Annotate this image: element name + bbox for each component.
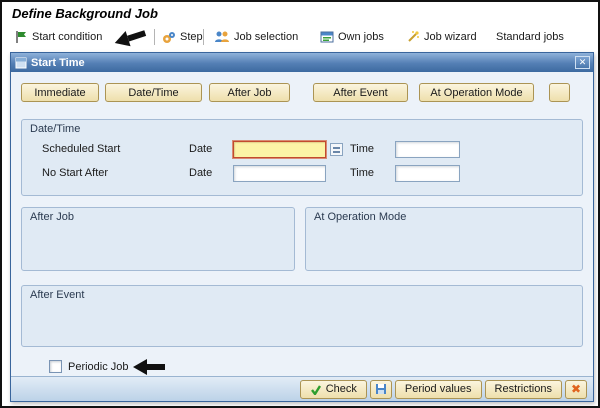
- toolbar-job-wizard[interactable]: Job wizard: [406, 28, 477, 46]
- window-icon: [15, 57, 27, 69]
- save-icon: [375, 383, 387, 395]
- start-time-dialog: Start Time ✕ Immediate Date/Time After J…: [10, 52, 594, 402]
- cancel-button[interactable]: ✖: [565, 379, 587, 399]
- gear-icon: [162, 30, 176, 44]
- save-button[interactable]: [369, 379, 392, 399]
- time-label: Time: [350, 167, 375, 179]
- date-time-group-title: Date/Time: [30, 123, 81, 135]
- periodic-job-checkbox[interactable]: [49, 360, 62, 373]
- time-label: Time: [350, 143, 375, 155]
- scheduled-start-date-input[interactable]: [233, 141, 326, 158]
- check-button[interactable]: Check: [299, 379, 367, 399]
- annotation-arrow-periodic-job: [133, 359, 165, 375]
- restrictions-button[interactable]: Restrictions: [484, 379, 562, 399]
- date-time-button[interactable]: Date/Time: [105, 83, 202, 102]
- extra-button[interactable]: [549, 83, 570, 102]
- people-icon: [214, 30, 230, 44]
- date-time-group: Date/Time Scheduled Start Date Time No S…: [21, 119, 583, 196]
- no-start-after-label: No Start After: [42, 167, 109, 179]
- at-operation-mode-group-title: At Operation Mode: [314, 211, 407, 223]
- scheduled-start-time-input[interactable]: [395, 141, 460, 158]
- monitor-list-icon: [320, 30, 334, 44]
- annotation-arrow-start-condition: [112, 25, 147, 51]
- no-start-after-time-input[interactable]: [395, 165, 460, 182]
- after-event-group-title: After Event: [30, 289, 85, 301]
- toolbar-standard-jobs[interactable]: Standard jobs: [496, 28, 564, 46]
- matchcode-icon[interactable]: [330, 143, 343, 156]
- toolbar-start-condition[interactable]: Start condition: [14, 28, 102, 46]
- flag-icon: [14, 30, 28, 44]
- at-operation-mode-group: At Operation Mode: [305, 207, 583, 271]
- toolbar-start-condition-label: Start condition: [32, 31, 103, 43]
- toolbar-own-jobs[interactable]: Own jobs: [320, 28, 384, 46]
- close-icon[interactable]: ✕: [575, 56, 590, 69]
- toolbar-job-wizard-label: Job wizard: [424, 31, 477, 43]
- toolbar-job-selection-label: Job selection: [234, 31, 299, 43]
- date-label: Date: [189, 167, 213, 179]
- toolbar-separator: [154, 29, 155, 45]
- after-job-button[interactable]: After Job: [209, 83, 290, 102]
- page-title: Define Background Job: [12, 6, 158, 21]
- period-values-button[interactable]: Period values: [394, 379, 482, 399]
- after-event-group: After Event: [21, 285, 583, 347]
- toolbar-step-label: Step: [180, 31, 203, 43]
- periodic-job-label: Periodic Job: [68, 361, 129, 373]
- after-job-group: After Job: [21, 207, 295, 271]
- check-icon: [310, 384, 322, 395]
- toolbar-step[interactable]: Step: [162, 28, 203, 46]
- date-label: Date: [189, 143, 213, 155]
- toolbar-standard-jobs-label: Standard jobs: [496, 31, 564, 43]
- toolbar-job-selection[interactable]: Job selection: [214, 28, 298, 46]
- scheduled-start-label: Scheduled Start: [42, 143, 121, 155]
- wand-icon: [406, 30, 420, 44]
- cancel-x-icon: ✖: [570, 382, 582, 396]
- no-start-after-date-input[interactable]: [233, 165, 326, 182]
- immediate-button[interactable]: Immediate: [21, 83, 99, 102]
- toolbar-own-jobs-label: Own jobs: [338, 31, 384, 43]
- dialog-titlebar: Start Time ✕: [11, 53, 593, 72]
- sap-window: Define Background Job Start condition St…: [0, 0, 600, 408]
- dialog-title: Start Time: [31, 56, 85, 69]
- after-job-group-title: After Job: [30, 211, 75, 223]
- toolbar-separator: [203, 29, 204, 45]
- dialog-footer: Check Period values Restrictions ✖: [11, 376, 593, 401]
- after-event-button[interactable]: After Event: [313, 83, 408, 102]
- at-operation-mode-button[interactable]: At Operation Mode: [419, 83, 534, 102]
